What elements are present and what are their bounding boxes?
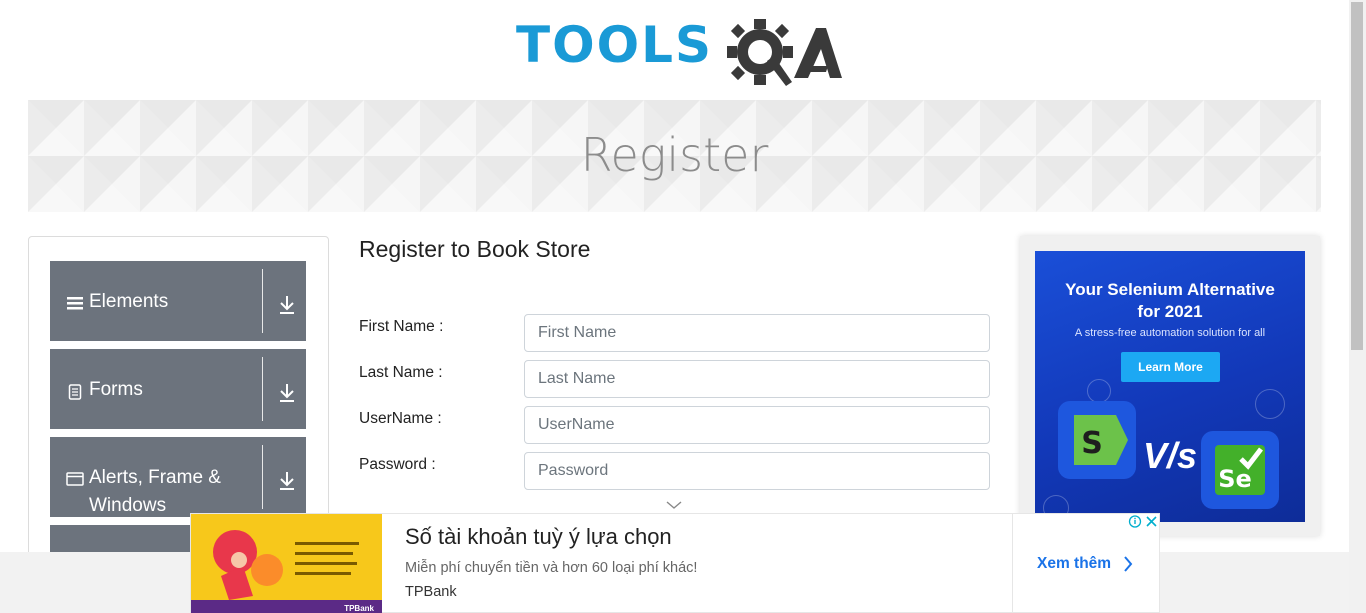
download-arrow-icon[interactable] (278, 383, 296, 403)
adchoices-icon[interactable] (1127, 514, 1159, 529)
decor-circle (1255, 389, 1285, 419)
sidebar-group-label: Forms (89, 379, 143, 400)
page-banner: Register (28, 100, 1321, 212)
logo-qa-gear-icon (727, 19, 842, 86)
bottom-ad-title[interactable]: Số tài khoản tuỳ ý lựa chọn (405, 524, 672, 550)
ad-subline: A stress-free automation solution for al… (1074, 327, 1266, 339)
bottom-ad-brand: TPBank (405, 584, 457, 600)
first-name-label: First Name : (359, 318, 444, 335)
first-name-input[interactable] (524, 314, 990, 352)
svg-text:Se: Se (1218, 465, 1252, 493)
sidebar-group-label: Elements (89, 291, 169, 312)
document-icon (68, 384, 82, 400)
username-label: UserName : (359, 410, 442, 427)
divider (262, 445, 263, 509)
hamburger-icon (67, 297, 83, 310)
ad-illustration (213, 530, 359, 600)
ad-headline-line-1: Your Selenium Alternative (1065, 280, 1275, 299)
right-ad-banner[interactable]: Your Selenium Alternative for 2021 A str… (1035, 251, 1305, 522)
last-name-label: Last Name : (359, 364, 443, 381)
ad-headline: Your Selenium Alternative for 2021 (1035, 279, 1305, 323)
page-scrollbar[interactable] (1349, 0, 1366, 613)
katalon-s-icon: S (1074, 415, 1128, 465)
password-label: Password : (359, 456, 436, 473)
versus-text: V/s (1143, 435, 1198, 476)
divider (1012, 514, 1013, 613)
password-input[interactable] (524, 452, 990, 490)
form-title: Register to Book Store (359, 236, 591, 262)
decor-circle (1087, 379, 1111, 403)
ad-headline-line-2: for 2021 (1137, 302, 1203, 321)
sidebar-group-label: Alerts, Frame & Windows (89, 467, 221, 516)
sidebar-group-alerts-frame-windows[interactable]: Alerts, Frame & Windows (50, 437, 306, 517)
sidebar-group-forms[interactable]: Forms (50, 349, 306, 429)
chevron-right-icon[interactable] (1123, 555, 1133, 573)
download-arrow-icon[interactable] (278, 471, 296, 491)
last-name-input[interactable] (524, 360, 990, 398)
learn-more-button[interactable]: Learn More (1121, 352, 1220, 382)
page-title: Register (580, 128, 769, 182)
bottom-ad-description: Miễn phí chuyển tiền và hơn 60 loại phí … (405, 560, 698, 576)
selenium-logo-tile: Se (1201, 431, 1279, 509)
tpbank-ad-image[interactable]: TPBank (191, 514, 382, 613)
toolsqa-logo[interactable]: TOOLS (514, 14, 842, 92)
download-arrow-icon[interactable] (278, 295, 296, 315)
ad-image-brand: TPBank (344, 604, 374, 613)
katalon-logo-tile: S (1058, 401, 1136, 479)
scrollbar-thumb[interactable] (1351, 2, 1363, 350)
username-input[interactable] (524, 406, 990, 444)
window-icon (66, 472, 84, 486)
sidebar-group-elements[interactable]: Elements (50, 261, 306, 341)
bottom-ad-cta-button[interactable]: Xem thêm (1037, 555, 1111, 573)
logo-tools-text: TOOLS (516, 16, 713, 74)
selenium-se-icon: Se (1215, 445, 1265, 495)
bottom-ad-banner[interactable]: TPBank Số tài khoản tuỳ ý lựa chọn Miễn … (190, 513, 1160, 613)
divider (262, 357, 263, 421)
chevron-down-icon[interactable] (666, 500, 682, 510)
svg-text:S: S (1081, 426, 1103, 461)
divider (262, 269, 263, 333)
